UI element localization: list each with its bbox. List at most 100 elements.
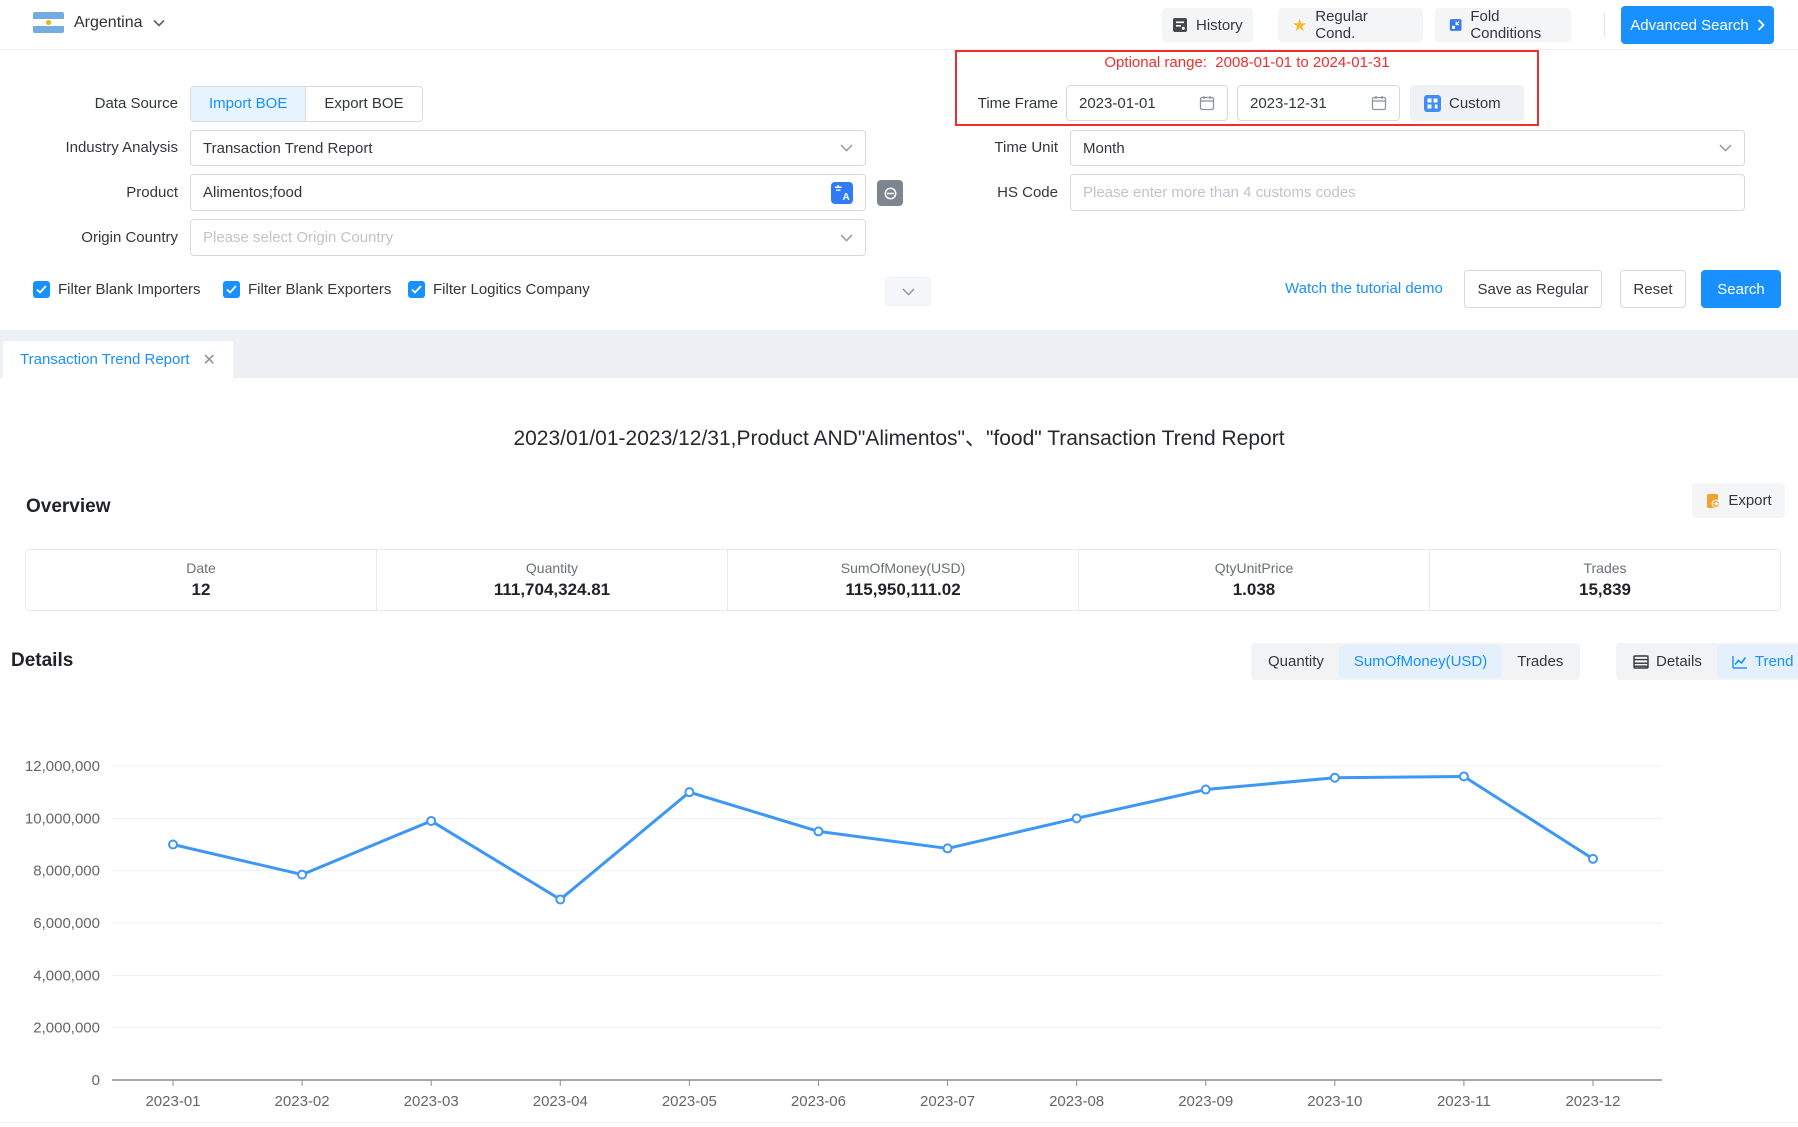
checkbox-checked-icon <box>408 281 425 298</box>
svg-text:2023-01: 2023-01 <box>145 1093 200 1110</box>
checkbox-label: Filter Blank Importers <box>58 281 201 298</box>
industry-analysis-select[interactable]: Transaction Trend Report <box>190 130 866 166</box>
stat-label: Trades <box>1583 560 1626 576</box>
origin-country-placeholder: Please select Origin Country <box>203 229 393 246</box>
export-label: Export <box>1728 492 1771 509</box>
calendar-icon <box>1199 95 1215 111</box>
argentina-flag-icon <box>33 12 64 33</box>
svg-text:0: 0 <box>92 1072 100 1089</box>
checkbox-checked-icon <box>223 281 240 298</box>
export-boe-tab[interactable]: Export BOE <box>305 87 421 121</box>
details-heading: Details <box>11 650 73 672</box>
svg-text:2023-08: 2023-08 <box>1049 1093 1104 1110</box>
chevron-down-icon <box>840 234 853 242</box>
save-as-regular-button[interactable]: Save as Regular <box>1464 270 1602 308</box>
stat-label: SumOfMoney(USD) <box>841 560 965 576</box>
svg-text:12,000,000: 12,000,000 <box>25 758 100 775</box>
stat-sum-of-money: SumOfMoney(USD) 115,950,111.02 <box>727 550 1078 610</box>
custom-icon <box>1424 95 1441 112</box>
stat-label: Quantity <box>526 560 578 576</box>
data-source-segment: Import BOE Export BOE <box>190 86 423 122</box>
fold-icon <box>1449 17 1462 33</box>
country-label: Argentina <box>74 14 143 32</box>
stat-qty-unit-price: QtyUnitPrice 1.038 <box>1078 550 1429 610</box>
trend-chart[interactable]: 02,000,0004,000,0006,000,0008,000,00010,… <box>0 726 1798 1122</box>
filter-logitics-company-checkbox[interactable]: Filter Logitics Company <box>408 281 590 298</box>
country-selector[interactable]: Argentina <box>33 12 165 33</box>
calendar-icon <box>1371 95 1387 111</box>
product-input[interactable] <box>203 184 831 201</box>
metric-toggle-group: Quantity SumOfMoney(USD) Trades <box>1251 643 1580 680</box>
custom-label: Custom <box>1449 95 1501 112</box>
tab-label: Transaction Trend Report <box>20 351 190 368</box>
custom-range-button[interactable]: Custom <box>1410 85 1524 121</box>
date-from-input[interactable] <box>1079 95 1199 112</box>
date-to-field[interactable] <box>1237 85 1400 121</box>
stat-label: QtyUnitPrice <box>1215 560 1294 576</box>
metric-tab-sum-of-money[interactable]: SumOfMoney(USD) <box>1339 645 1502 678</box>
optional-range-note: Optional range: 2008-01-01 to 2024-01-31 <box>955 54 1539 71</box>
stat-value: 1.038 <box>1233 580 1276 600</box>
view-tab-details[interactable]: Details <box>1618 645 1717 678</box>
regular-cond-button[interactable]: ★ Regular Cond. <box>1278 8 1423 42</box>
svg-text:2023-02: 2023-02 <box>275 1093 330 1110</box>
hs-code-input[interactable] <box>1083 184 1732 201</box>
view-tab-trend[interactable]: Trend <box>1717 645 1798 678</box>
industry-analysis-label: Industry Analysis <box>0 130 178 166</box>
stat-quantity: Quantity 111,704,324.81 <box>376 550 727 610</box>
svg-text:10,000,000: 10,000,000 <box>25 810 100 827</box>
product-field[interactable]: A <box>190 174 866 211</box>
import-boe-tab[interactable]: Import BOE <box>191 87 305 121</box>
date-from-field[interactable] <box>1066 85 1228 121</box>
app-screen: Argentina History ★ Regular Cond. <box>0 0 1798 1127</box>
svg-text:2023-10: 2023-10 <box>1307 1093 1362 1110</box>
filter-blank-exporters-checkbox[interactable]: Filter Blank Exporters <box>223 281 391 298</box>
svg-text:4,000,000: 4,000,000 <box>33 967 100 984</box>
tab-close-icon[interactable]: ✕ <box>203 350 216 370</box>
advanced-search-label: Advanced Search <box>1630 17 1748 34</box>
history-button[interactable]: History <box>1162 8 1253 42</box>
export-icon <box>1705 493 1721 509</box>
tab-transaction-trend-report[interactable]: Transaction Trend Report ✕ <box>3 341 233 378</box>
svg-text:2023-06: 2023-06 <box>791 1093 846 1110</box>
stat-label: Date <box>186 560 216 576</box>
svg-text:2023-04: 2023-04 <box>533 1093 588 1110</box>
report-title: 2023/01/01-2023/12/31,Product AND"Alimen… <box>0 422 1798 452</box>
table-icon <box>1633 655 1649 669</box>
advanced-search-button[interactable]: Advanced Search <box>1621 6 1774 44</box>
regular-cond-label: Regular Cond. <box>1315 8 1409 42</box>
svg-text:2023-12: 2023-12 <box>1565 1093 1620 1110</box>
expand-conditions-button[interactable] <box>885 277 931 306</box>
view-tab-label: Trend <box>1755 653 1794 670</box>
fold-conditions-label: Fold Conditions <box>1470 8 1557 42</box>
time-unit-label: Time Unit <box>820 130 1058 166</box>
industry-analysis-value: Transaction Trend Report <box>203 140 373 157</box>
search-button[interactable]: Search <box>1701 270 1781 308</box>
fold-conditions-button[interactable]: Fold Conditions <box>1435 8 1571 42</box>
metric-tab-quantity[interactable]: Quantity <box>1253 645 1339 678</box>
history-label: History <box>1196 17 1243 34</box>
svg-text:2023-09: 2023-09 <box>1178 1093 1233 1110</box>
metric-tab-trades[interactable]: Trades <box>1502 645 1578 678</box>
checkbox-label: Filter Blank Exporters <box>248 281 391 298</box>
hs-code-label: HS Code <box>820 174 1058 211</box>
date-to-input[interactable] <box>1250 95 1371 112</box>
stat-value: 111,704,324.81 <box>494 580 610 600</box>
chevron-right-icon <box>1757 19 1765 31</box>
export-button[interactable]: Export <box>1692 483 1785 518</box>
time-frame-label: Time Frame <box>820 86 1058 122</box>
stat-value: 115,950,111.02 <box>845 580 960 600</box>
history-icon <box>1172 17 1188 33</box>
origin-country-select[interactable]: Please select Origin Country <box>190 219 866 256</box>
chevron-down-icon <box>153 19 165 27</box>
svg-text:2023-11: 2023-11 <box>1437 1093 1491 1110</box>
overview-stats-card: Date 12 Quantity 111,704,324.81 SumOfMon… <box>25 549 1781 611</box>
reset-button[interactable]: Reset <box>1620 270 1686 308</box>
svg-text:2023-05: 2023-05 <box>662 1093 717 1110</box>
overview-heading: Overview <box>26 496 111 518</box>
time-unit-select[interactable]: Month <box>1070 130 1745 166</box>
hs-code-field[interactable] <box>1070 174 1745 211</box>
stat-value: 15,839 <box>1579 580 1631 600</box>
tutorial-demo-link[interactable]: Watch the tutorial demo <box>1285 280 1443 297</box>
filter-blank-importers-checkbox[interactable]: Filter Blank Importers <box>33 281 201 298</box>
